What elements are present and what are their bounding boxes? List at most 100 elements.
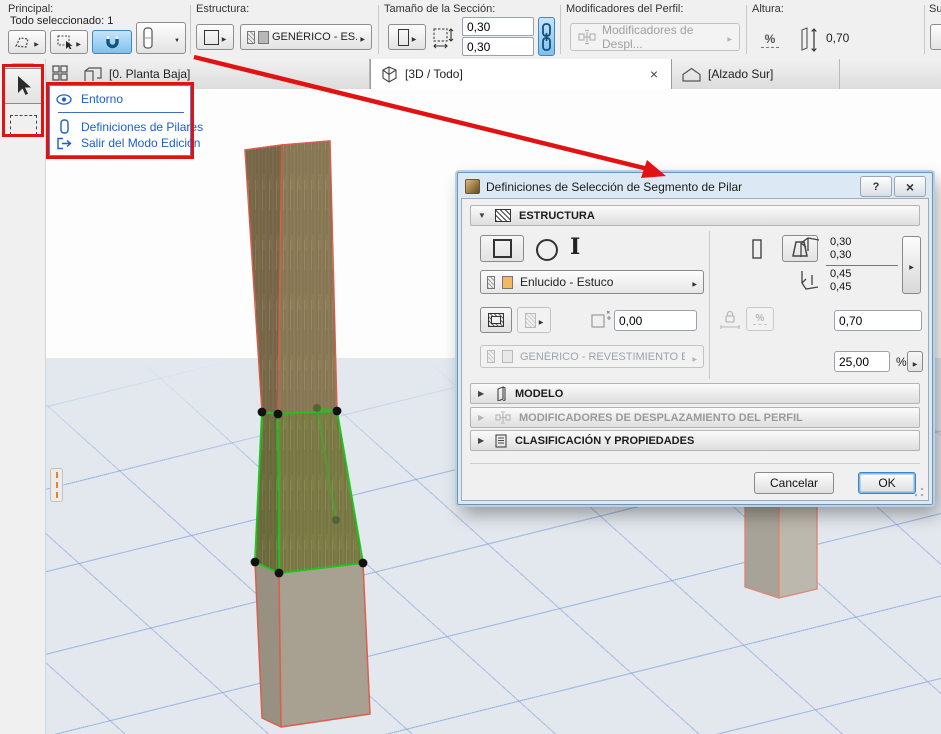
marquee-tool-button[interactable] xyxy=(10,115,37,135)
mini-toolbox xyxy=(0,59,46,734)
section-modelo[interactable]: ▶ MODELO xyxy=(470,383,920,404)
tab-overview-button[interactable] xyxy=(52,65,69,85)
arrow-cursor-icon xyxy=(15,75,32,97)
section-clasificacion[interactable]: ▶ CLASIFICACIÓN Y PROPIEDADES xyxy=(470,430,920,451)
cancel-button[interactable]: Cancelar xyxy=(754,472,834,494)
eye-icon xyxy=(56,94,72,105)
uniform-column-icon[interactable] xyxy=(750,238,764,260)
elevation-house-icon xyxy=(682,67,701,82)
top-depth-value: 0,30 xyxy=(830,249,851,261)
section-label: ESTRUCTURA xyxy=(519,210,595,222)
bottom-size-icon xyxy=(798,269,822,295)
shape-rectangular-option[interactable] xyxy=(480,235,524,262)
bottom-width-value: 0,45 xyxy=(830,268,851,280)
toolbar-separator xyxy=(746,5,747,54)
dialog-title: Definiciones de Selección de Segmento de… xyxy=(486,180,742,194)
profile-modifier-icon xyxy=(495,411,511,425)
taper-percent-input[interactable] xyxy=(834,351,890,372)
altura-value: 0,70 xyxy=(826,31,849,45)
profile-modifiers-button[interactable]: Modificadores de Despl... xyxy=(570,23,740,51)
veneer-type-button-disabled[interactable] xyxy=(517,307,551,333)
veneer-frame-button[interactable] xyxy=(480,307,512,333)
section-label: CLASIFICACIÓN Y PROPIEDADES xyxy=(515,435,694,447)
percent-button-disabled[interactable]: % xyxy=(746,307,774,331)
toolbox-drag-handle[interactable] xyxy=(12,63,34,65)
ok-button[interactable]: OK xyxy=(858,472,916,494)
archicad-window: Principal: Todo seleccionado: 1 Estructu… xyxy=(0,0,941,734)
section-label: MODIFICADORES DE DESPLAZAMIENTO DEL PERF… xyxy=(519,412,803,424)
edit-mode-menu: Entorno Definiciones de Pilares Salir de… xyxy=(49,85,191,156)
panel-divider xyxy=(709,231,710,379)
profile-modifier-icon xyxy=(578,29,596,45)
magnet-icon xyxy=(104,34,121,50)
tab-label: [Alzado Sur] xyxy=(708,67,773,81)
profile-modifiers-label: Modificadores de Despl... xyxy=(602,23,721,51)
veneer-material-dropdown[interactable]: Enlucido - Estuco xyxy=(480,270,704,294)
arrow-tool-button[interactable] xyxy=(3,68,44,104)
circle-shape-icon[interactable] xyxy=(536,239,558,261)
tab-3d-todo[interactable]: [3D / Todo] × xyxy=(370,59,672,89)
dimension-divider xyxy=(826,265,898,266)
menu-item-label: Definiciones de Pilares xyxy=(81,120,203,134)
dialog-title-bar[interactable]: Definiciones de Selección de Segmento de… xyxy=(461,175,929,198)
resize-grip[interactable] xyxy=(914,487,924,497)
fixed-size-lock-icon xyxy=(718,308,742,332)
section-estructura[interactable]: ▼ ESTRUCTURA xyxy=(470,205,920,226)
percent-height-icon: % xyxy=(756,28,784,52)
ibeam-shape-icon[interactable]: I xyxy=(570,235,580,259)
material-color-swatch-icon xyxy=(502,350,513,363)
core-material-dropdown[interactable]: GENÉRICO - REVESTIMIENTO EXTE... xyxy=(480,345,704,368)
size-flyout-button[interactable] xyxy=(902,236,921,294)
selection-status: Todo seleccionado: 1 xyxy=(10,15,113,27)
extra-thickness-input[interactable] xyxy=(614,310,697,331)
cube-3d-icon xyxy=(381,66,398,83)
link-dimensions-toggle[interactable] xyxy=(538,17,555,56)
level-dashed-line-icon xyxy=(56,472,58,498)
tab-close-icon[interactable]: × xyxy=(650,66,661,82)
material-name: GENÉRICO - ES... xyxy=(272,31,357,43)
floor-plan-icon xyxy=(84,67,102,82)
close-icon: × xyxy=(906,179,914,195)
story-level-marker[interactable] xyxy=(50,468,63,502)
building-material-button[interactable]: GENÉRICO - ES... xyxy=(240,24,372,50)
material-hatch-swatch-icon xyxy=(247,31,255,44)
menu-item-salir[interactable]: Salir del Modo Edición xyxy=(56,136,200,150)
tab-label: [0. Planta Baja] xyxy=(109,67,190,81)
structure-hatch-icon xyxy=(495,209,511,222)
structure-type-button[interactable] xyxy=(196,24,234,50)
section-modificadores[interactable]: ▶ MODIFICADORES DE DESPLAZAMIENTO DEL PE… xyxy=(470,407,920,428)
collapse-triangle-icon: ▶ xyxy=(478,436,487,445)
section-height-input[interactable] xyxy=(462,37,534,56)
edit-polygon-button[interactable] xyxy=(8,30,46,54)
extra-thickness-icon xyxy=(590,309,612,331)
section-width-input[interactable] xyxy=(462,17,534,36)
menu-item-label: Entorno xyxy=(81,92,123,106)
segment-height-input[interactable] xyxy=(834,310,922,331)
estructura-group-label: Estructura: xyxy=(196,3,249,15)
taper-flyout-button[interactable] xyxy=(907,351,923,372)
gravity-magnet-toggle[interactable] xyxy=(92,30,132,54)
section-shape-button[interactable] xyxy=(388,24,426,50)
dropdown-right-icon xyxy=(692,275,697,289)
menu-item-label: Salir del Modo Edición xyxy=(81,136,200,150)
close-button[interactable]: × xyxy=(894,176,926,197)
marquee-select-button[interactable] xyxy=(50,30,88,54)
column-tool-split-button[interactable] xyxy=(136,22,186,54)
dropdown-right-icon xyxy=(222,30,227,44)
ok-label: OK xyxy=(878,476,895,490)
collapse-triangle-icon: ▼ xyxy=(478,211,487,220)
material-hatch-swatch-icon xyxy=(487,276,495,289)
menu-item-entorno[interactable]: Entorno xyxy=(56,92,123,106)
help-button[interactable]: ? xyxy=(860,176,892,197)
dropdown-right-icon xyxy=(360,30,365,44)
menu-item-definiciones[interactable]: Definiciones de Pilares xyxy=(56,119,203,134)
altura-group-label: Altura: xyxy=(752,3,784,15)
veneer-material-name: Enlucido - Estuco xyxy=(520,275,685,289)
tab-alzado-sur[interactable]: [Alzado Sur] xyxy=(672,59,840,89)
clipped-button[interactable] xyxy=(930,24,941,50)
dropdown-right-icon xyxy=(76,35,81,49)
cancel-label: Cancelar xyxy=(770,476,818,490)
properties-list-icon xyxy=(495,434,507,448)
top-width-value: 0,30 xyxy=(830,236,851,248)
bottom-depth-value: 0,45 xyxy=(830,281,851,293)
